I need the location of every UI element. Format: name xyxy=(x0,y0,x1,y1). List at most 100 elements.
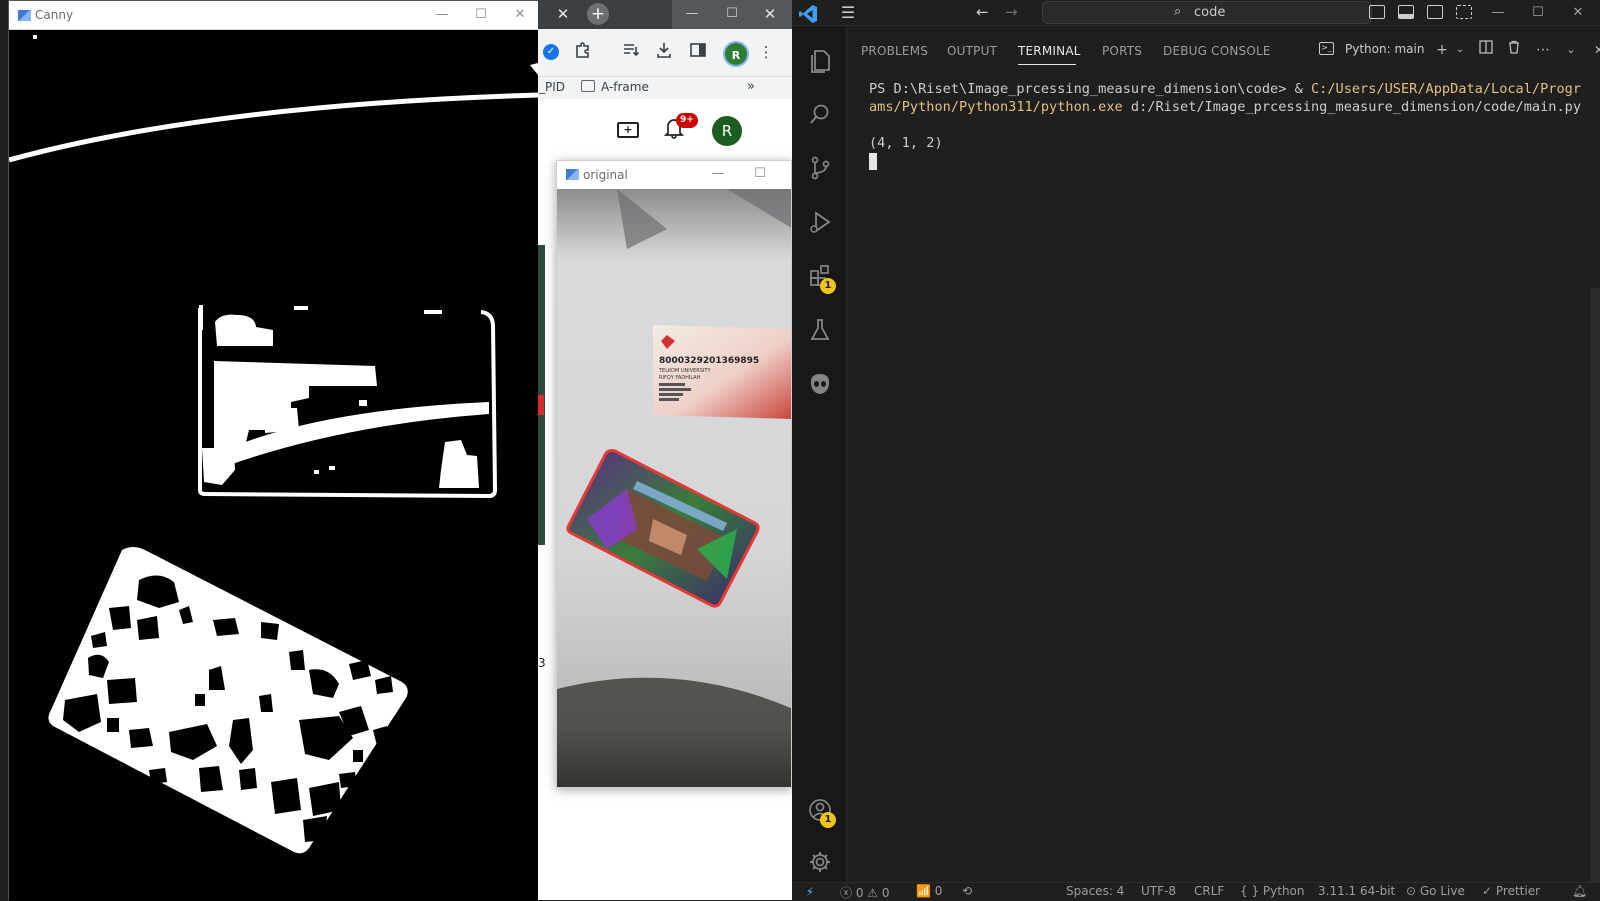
card-number-text: 8000329201369895 xyxy=(659,356,759,366)
vscode-close-button[interactable]: ✕ xyxy=(1558,2,1598,24)
page-digit-text: 3 xyxy=(538,656,546,670)
explorer-icon[interactable] xyxy=(792,34,847,86)
toggle-sidebar-icon[interactable] xyxy=(1369,5,1385,19)
activity-bar: 1 1 xyxy=(792,26,847,882)
go-live-status[interactable]: ⊙ Go Live xyxy=(1406,884,1465,898)
terminal-cursor xyxy=(869,153,877,170)
terminal-icon: >_ xyxy=(1319,42,1334,55)
tab-terminal[interactable]: TERMINAL xyxy=(1018,44,1081,58)
settings-gear-icon[interactable] xyxy=(792,836,847,888)
terminal-output[interactable]: PS D:\Riset\Image_prcessing_measure_dime… xyxy=(869,80,1589,172)
eol-status[interactable]: CRLF xyxy=(1194,884,1224,898)
canny-close-button[interactable]: ✕ xyxy=(505,5,535,25)
run-debug-icon[interactable] xyxy=(792,196,847,248)
prettier-status[interactable]: ✓ Prettier xyxy=(1482,884,1540,898)
browser-close-button[interactable]: ✕ xyxy=(750,3,790,25)
split-terminal-icon[interactable] xyxy=(1476,40,1496,60)
original-window: original — ☐ 8000329201369895 TELKOM UNI… xyxy=(556,160,792,788)
notification-badge: 9+ xyxy=(676,113,698,128)
source-control-icon[interactable] xyxy=(792,142,847,194)
indentation-status[interactable]: Spaces: 4 xyxy=(1066,884,1124,898)
original-maximize-button[interactable]: ☐ xyxy=(745,164,775,184)
close-panel-icon[interactable]: ✕ xyxy=(1589,40,1600,60)
accounts-icon[interactable]: 1 xyxy=(792,784,847,836)
tab-output[interactable]: OUTPUT xyxy=(947,44,997,58)
canny-maximize-button[interactable]: ☐ xyxy=(466,5,496,25)
hamburger-menu-icon[interactable]: ☰ xyxy=(838,3,858,23)
search-text: code xyxy=(1194,5,1226,20)
maximize-panel-icon[interactable]: ⌄ xyxy=(1561,40,1581,60)
more-actions-icon[interactable]: ⋯ xyxy=(1533,40,1553,60)
browser-minimize-button[interactable]: — xyxy=(672,3,712,25)
toggle-secondary-sidebar-icon[interactable] xyxy=(1427,5,1443,19)
reading-list-icon[interactable] xyxy=(620,41,642,63)
terminal-output-line: (4, 1, 2) xyxy=(869,135,943,151)
profile-avatar[interactable]: R xyxy=(723,41,749,67)
canny-window: Canny — ☐ ✕ xyxy=(8,0,538,901)
search-icon[interactable] xyxy=(792,88,847,140)
card-line1-text: TELKOM UNIVERSITY xyxy=(658,368,711,374)
script-path: d:/Riset/Image_prcessing_measure_dimensi… xyxy=(1122,99,1582,115)
original-minimize-button[interactable]: — xyxy=(703,164,733,184)
toggle-panel-icon[interactable] xyxy=(1398,5,1414,19)
terminal-profile-label[interactable]: Python: main xyxy=(1345,42,1424,56)
user-avatar[interactable]: R xyxy=(712,116,742,146)
page-header: + 9+ R xyxy=(537,107,792,157)
remote-indicator-icon[interactable]: ⚡ xyxy=(792,883,828,901)
notifications-bell-icon[interactable]: 🔔︎ xyxy=(1572,884,1587,898)
new-terminal-icon[interactable]: + xyxy=(1432,40,1452,60)
forward-arrow-icon[interactable]: → xyxy=(1005,3,1018,21)
terminal-scrollbar[interactable] xyxy=(1590,288,1600,882)
extensions-icon[interactable]: 1 xyxy=(792,250,847,302)
warning-count: 0 xyxy=(881,886,890,900)
tab-debug-console[interactable]: DEBUG CONSOLE xyxy=(1163,44,1271,58)
language-label: Python xyxy=(1262,884,1305,898)
error-count: 0 xyxy=(855,886,864,900)
download-icon[interactable] xyxy=(653,41,675,63)
browser-toolbar: ✓ R ⋮ xyxy=(537,29,792,77)
tab-ports[interactable]: PORTS xyxy=(1102,44,1142,58)
chevron-down-icon[interactable]: ⌄ xyxy=(1450,40,1470,60)
tab-problems[interactable]: PROBLEMS xyxy=(861,44,928,58)
create-video-icon[interactable]: + xyxy=(617,122,639,138)
browser-tab[interactable]: ✕ + xyxy=(537,0,672,29)
sync-icon[interactable]: ⟲ xyxy=(962,884,972,898)
testing-flask-icon[interactable] xyxy=(792,304,847,356)
vscode-minimize-button[interactable]: — xyxy=(1478,2,1518,24)
canny-minimize-button[interactable]: — xyxy=(427,5,457,25)
customize-layout-icon[interactable] xyxy=(1456,5,1472,19)
bookmarks-bar: _PID A-frame » xyxy=(537,77,792,99)
canny-edge-image xyxy=(9,30,538,901)
interpreter-status[interactable]: 3.11.1 64-bit xyxy=(1318,884,1395,898)
browser-maximize-button[interactable]: ☐ xyxy=(712,3,752,25)
platformio-alien-icon[interactable] xyxy=(792,358,847,410)
vscode-window: ☰ ← → ⌕ code — ☐ ✕ 1 1 PROBLEMS OUTPUT T… xyxy=(792,0,1600,900)
kebab-menu-icon[interactable]: ⋮ xyxy=(755,41,777,63)
vscode-maximize-button[interactable]: ☐ xyxy=(1518,2,1558,24)
side-panel-icon[interactable] xyxy=(687,41,709,63)
bookmarks-overflow-icon[interactable]: » xyxy=(747,79,755,94)
canny-titlebar[interactable]: Canny — ☐ ✕ xyxy=(9,1,538,30)
original-title: original xyxy=(583,168,628,182)
problems-status[interactable]: ⓧ 0 ⚠ 0 xyxy=(840,884,890,901)
page-red-marker xyxy=(537,395,544,415)
bookmark-pid[interactable]: _PID xyxy=(539,80,565,94)
language-status[interactable]: { } Python xyxy=(1240,884,1305,898)
ports-status[interactable]: 📶 0 xyxy=(916,884,942,898)
active-tab-underline xyxy=(1018,64,1076,65)
extension-check-icon[interactable]: ✓ xyxy=(543,44,559,60)
accounts-badge: 1 xyxy=(820,812,836,828)
original-titlebar[interactable]: original — ☐ xyxy=(557,161,791,189)
trash-icon[interactable] xyxy=(1504,40,1524,60)
terminal-panel: PROBLEMS OUTPUT TERMINAL PORTS DEBUG CON… xyxy=(847,26,1600,882)
new-tab-button[interactable]: + xyxy=(587,3,609,25)
terminal-command-line: PS D:\Riset\Image_prcessing_measure_dime… xyxy=(869,80,1589,116)
bookmark-aframe[interactable]: A-frame xyxy=(601,80,649,94)
command-center-search[interactable]: ⌕ code xyxy=(1042,1,1372,24)
terminal-cursor-line xyxy=(869,152,1589,172)
back-arrow-icon[interactable]: ← xyxy=(976,3,989,21)
extensions-puzzle-icon[interactable] xyxy=(572,41,594,63)
tab-close-icon[interactable]: ✕ xyxy=(553,4,573,24)
encoding-status[interactable]: UTF-8 xyxy=(1141,884,1176,898)
